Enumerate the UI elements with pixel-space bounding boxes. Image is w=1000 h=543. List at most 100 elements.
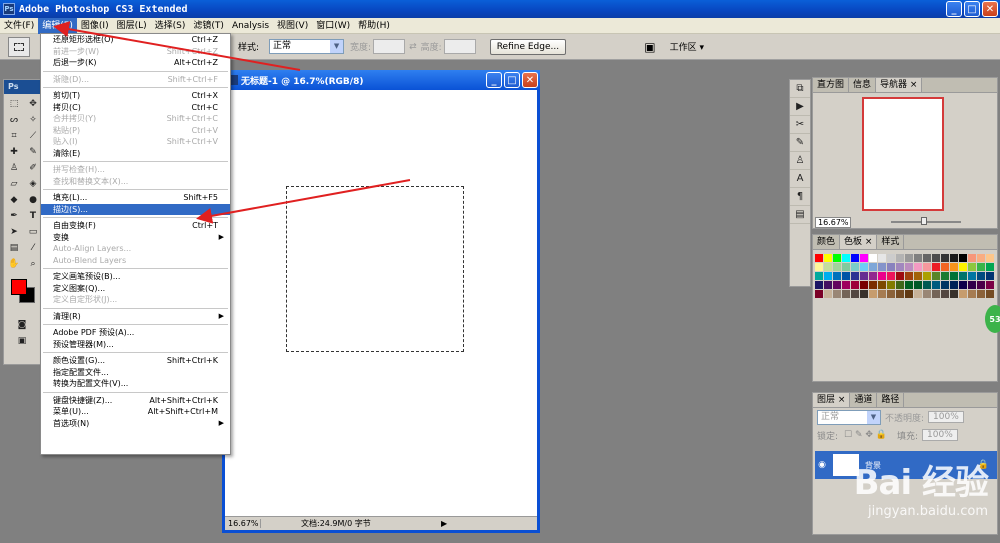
color-swatch[interactable] <box>896 272 904 280</box>
color-swatch[interactable] <box>977 263 985 271</box>
edit-menu-item[interactable]: 首选项(N) ▶ <box>41 418 230 430</box>
color-swatch[interactable] <box>950 263 958 271</box>
tab-navigator[interactable]: 导航器 × <box>876 78 923 92</box>
color-swatch[interactable] <box>896 254 904 262</box>
color-swatch[interactable] <box>851 290 859 298</box>
color-swatch[interactable] <box>851 281 859 289</box>
notes-tool-icon[interactable]: ▤ <box>5 240 23 255</box>
color-swatch[interactable] <box>851 254 859 262</box>
color-swatch[interactable] <box>959 281 967 289</box>
color-swatch[interactable] <box>968 263 976 271</box>
fill-input[interactable]: 100% <box>922 429 958 441</box>
color-swatch[interactable] <box>986 290 994 298</box>
rectangular-selection[interactable] <box>286 186 464 352</box>
color-swatch[interactable] <box>860 281 868 289</box>
color-swatch[interactable] <box>977 272 985 280</box>
color-swatch[interactable] <box>977 254 985 262</box>
menu-image[interactable]: 图像(I) <box>77 18 113 34</box>
color-swatch[interactable] <box>869 272 877 280</box>
edit-menu-item[interactable]: 填充(L)... Shift+F5 <box>41 192 230 204</box>
edit-menu-item[interactable]: 键盘快捷键(Z)... Alt+Shift+Ctrl+K <box>41 395 230 407</box>
foreground-color[interactable] <box>11 279 27 295</box>
color-swatch[interactable] <box>860 263 868 271</box>
path-select-icon[interactable]: ➤ <box>5 224 23 239</box>
color-swatch[interactable] <box>905 272 913 280</box>
edit-menu-item[interactable]: 剪切(T) Ctrl+X <box>41 90 230 102</box>
edit-menu-item[interactable]: 菜单(U)... Alt+Shift+Ctrl+M <box>41 406 230 418</box>
maximize-button[interactable]: □ <box>964 1 980 17</box>
tab-layers[interactable]: 图层 × <box>813 393 851 407</box>
color-swatch[interactable] <box>977 281 985 289</box>
bridge-icon[interactable]: ▣ <box>644 40 655 54</box>
opacity-input[interactable]: 100% <box>928 411 964 423</box>
color-swatch[interactable] <box>896 263 904 271</box>
menu-file[interactable]: 文件(F) <box>0 18 38 34</box>
color-swatch[interactable] <box>842 290 850 298</box>
style-select[interactable]: 正常 ▼ <box>269 39 345 54</box>
color-swatch[interactable] <box>968 254 976 262</box>
color-swatch[interactable] <box>932 281 940 289</box>
color-swatch[interactable] <box>950 254 958 262</box>
color-swatch[interactable] <box>932 254 940 262</box>
color-swatch[interactable] <box>878 281 886 289</box>
color-swatch[interactable] <box>878 263 886 271</box>
color-swatch[interactable] <box>950 281 958 289</box>
color-swatch[interactable] <box>914 254 922 262</box>
color-swatch[interactable] <box>815 254 823 262</box>
color-swatch[interactable] <box>905 281 913 289</box>
history-icon[interactable]: ⧉ <box>790 80 810 98</box>
layer-comps-icon[interactable]: ▤ <box>790 206 810 224</box>
color-swatch[interactable] <box>941 263 949 271</box>
blend-mode-select[interactable]: 正常 ▼ <box>817 409 881 425</box>
color-swatch[interactable] <box>815 272 823 280</box>
doc-close-button[interactable]: ✕ <box>522 72 538 88</box>
color-swatch[interactable] <box>833 263 841 271</box>
color-swatch[interactable] <box>986 254 994 262</box>
tab-paths[interactable]: 路径 <box>877 393 905 407</box>
color-swatch[interactable] <box>878 290 886 298</box>
color-swatch[interactable] <box>905 290 913 298</box>
width-input[interactable] <box>373 39 406 54</box>
pen-tool-icon[interactable]: ✒ <box>5 208 23 223</box>
clone-source-icon[interactable]: ♙ <box>790 152 810 170</box>
edit-menu-item[interactable]: 还原矩形选框(O) Ctrl+Z <box>41 34 230 46</box>
doc-minimize-button[interactable]: _ <box>486 72 502 88</box>
color-swatch[interactable] <box>896 290 904 298</box>
doc-maximize-button[interactable]: □ <box>504 72 520 88</box>
color-swatch[interactable] <box>833 272 841 280</box>
color-swatch[interactable] <box>977 290 985 298</box>
marquee-tool-preset-icon[interactable] <box>8 36 30 57</box>
color-swatch[interactable] <box>986 281 994 289</box>
color-swatch[interactable] <box>842 281 850 289</box>
menu-filter[interactable]: 滤镜(T) <box>189 18 228 34</box>
color-swatch[interactable] <box>941 281 949 289</box>
color-swatch[interactable] <box>869 263 877 271</box>
color-swatch[interactable] <box>968 290 976 298</box>
document-canvas[interactable] <box>225 90 537 516</box>
color-swatch[interactable] <box>932 263 940 271</box>
edit-menu-item[interactable]: 自由变换(F) Ctrl+T <box>41 220 230 232</box>
color-swatch[interactable] <box>815 281 823 289</box>
edit-menu-item[interactable]: 清理(R) ▶ <box>41 311 230 323</box>
color-swatch[interactable] <box>887 281 895 289</box>
paragraph-icon[interactable]: ¶ <box>790 188 810 206</box>
color-swatch[interactable] <box>968 272 976 280</box>
tab-channels[interactable]: 通道 <box>850 393 878 407</box>
healing-brush-icon[interactable]: ✚ <box>5 144 23 159</box>
edit-menu-item[interactable]: 定义画笔预设(B)... <box>41 271 230 283</box>
menu-help[interactable]: 帮助(H) <box>354 18 394 34</box>
minimize-button[interactable]: _ <box>946 1 962 17</box>
color-swatch[interactable] <box>959 290 967 298</box>
color-swatch[interactable] <box>842 263 850 271</box>
color-swatch[interactable] <box>968 281 976 289</box>
color-swatch[interactable] <box>869 254 877 262</box>
menu-layer[interactable]: 图层(L) <box>113 18 151 34</box>
edit-menu-item[interactable]: Adobe PDF 预设(A)... <box>41 327 230 339</box>
menu-view[interactable]: 视图(V) <box>273 18 312 34</box>
tool-presets-icon[interactable]: ✂ <box>790 116 810 134</box>
color-swatch[interactable] <box>851 272 859 280</box>
tab-histogram[interactable]: 直方图 <box>813 78 850 92</box>
menu-select[interactable]: 选择(S) <box>151 18 190 34</box>
blur-tool-icon[interactable]: ◆ <box>5 192 23 207</box>
lasso-tool-icon[interactable]: ᔕ <box>5 112 23 127</box>
